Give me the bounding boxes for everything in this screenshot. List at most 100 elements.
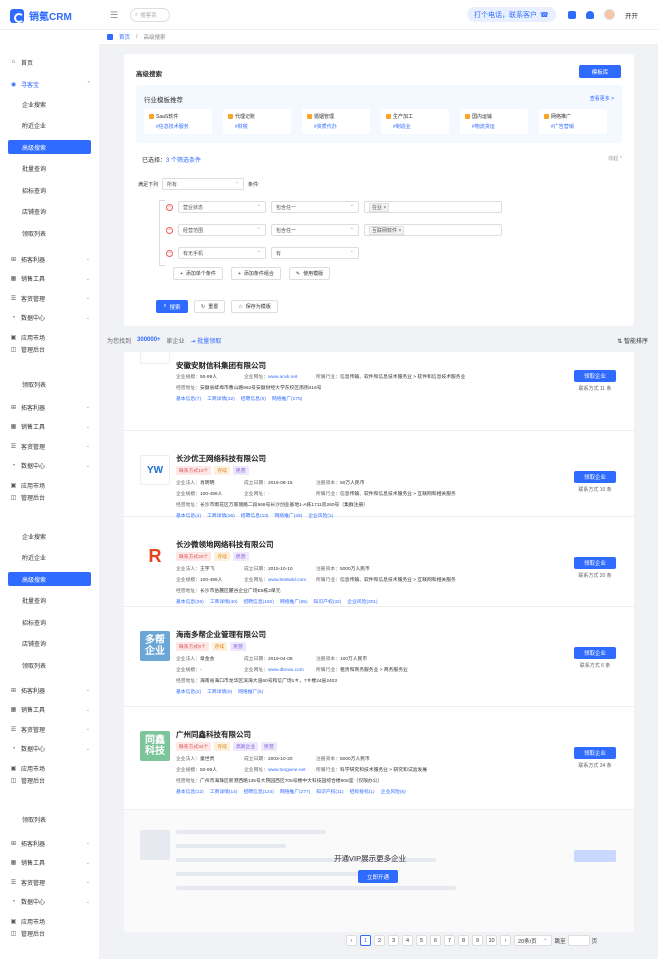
tag-close-icon[interactable]: ×	[397, 228, 401, 234]
remove-condition-icon[interactable]: −	[166, 203, 173, 211]
breadcrumb-home[interactable]: 首页	[119, 33, 130, 41]
rec-card[interactable]: 网络推广 #广告营销	[539, 109, 607, 134]
rec-card[interactable]: 国内运输 #物流货运	[460, 109, 528, 134]
sidebar-subitem-2[interactable]: 高级搜索	[8, 140, 91, 154]
site-value[interactable]: www.acxk.net	[268, 375, 297, 380]
sidebar-subitem-5[interactable]: 店铺查询	[0, 205, 99, 219]
sidebar-item-xunkebao[interactable]: ◉ 寻客宝 ^	[0, 77, 99, 91]
sidebar-module-5[interactable]: ◫ 管理后台	[0, 773, 99, 787]
back-icon[interactable]	[107, 34, 113, 40]
notebook-icon[interactable]	[568, 10, 576, 19]
sidebar-subitem-1[interactable]: 附近企业	[0, 551, 99, 565]
company-link[interactable]: 网络推广(277)	[280, 788, 310, 795]
page-9-button[interactable]: 9	[472, 935, 483, 946]
operator-select[interactable]: 包含任一	[271, 224, 359, 236]
company-link[interactable]: 企业风险(6)	[381, 788, 406, 795]
company-link[interactable]: 工商详情(14)	[210, 788, 238, 795]
value-tag-input[interactable]: 互联网软件 ×	[364, 224, 502, 236]
sidebar-module-0[interactable]: ⊞ 拓客利器 ⌄	[0, 836, 99, 850]
sidebar-module-0[interactable]: ⊞ 拓客利器 ⌄	[0, 683, 99, 697]
sidebar-subitem-1[interactable]: 附近企业	[0, 119, 99, 133]
company-link[interactable]: 企业风险(301)	[347, 598, 377, 605]
claim-company-button[interactable]: 领取企业	[574, 471, 616, 483]
remove-condition-icon[interactable]: −	[166, 226, 173, 234]
sidebar-module-1[interactable]: ▦ 销售工具 ⌄	[0, 272, 99, 286]
company-link[interactable]: 基本信息(4)	[176, 512, 201, 519]
sidebar-module-2[interactable]: ☰ 客资管理 ⌄	[0, 439, 99, 453]
company-link[interactable]: 招聘信息(0)	[241, 395, 266, 402]
vip-open-button[interactable]: 立即开通	[358, 870, 398, 883]
company-link[interactable]: 企业风险(1)	[308, 512, 333, 519]
sidebar-module-3[interactable]: ◔ 数据中心 ⌄	[0, 459, 99, 473]
prev-page-button[interactable]: ‹	[346, 935, 357, 946]
sidebar-module-2[interactable]: ☰ 客资管理 ⌄	[0, 291, 99, 305]
sidebar-subitem-0[interactable]: 企业搜索	[0, 529, 99, 543]
company-name[interactable]: 海南多帮企业管理有限公司	[176, 629, 266, 640]
phone-banner[interactable]: 打个电话，联系客户 ☎	[467, 7, 556, 22]
company-link[interactable]: 网络推广(65)	[280, 598, 308, 605]
field-select[interactable]: 经营范围	[178, 224, 266, 236]
remove-condition-icon[interactable]: −	[166, 249, 173, 257]
rec-card[interactable]: 生产加工 #制造业	[381, 109, 449, 134]
search-button[interactable]: ⌕ 搜索	[156, 300, 188, 313]
template-library-button[interactable]: 模板库	[579, 65, 621, 78]
jump-input[interactable]	[567, 935, 590, 946]
site-value[interactable]: -	[268, 492, 270, 497]
operator-select[interactable]: 包含任一	[271, 201, 359, 213]
sidebar-module-1[interactable]: ▦ 销售工具 ⌄	[0, 856, 99, 870]
site-value[interactable]: www.tongxine.net	[268, 768, 306, 773]
claim-company-button[interactable]: 领取企业	[574, 747, 616, 759]
sidebar-subitem-3[interactable]: 批量查询	[0, 594, 99, 608]
collapse-toggle[interactable]: 收起 ^	[608, 155, 622, 162]
company-link[interactable]: 网络推广(49)	[275, 512, 303, 519]
page-8-button[interactable]: 8	[458, 935, 469, 946]
claim-company-button[interactable]: 领取企业	[574, 557, 616, 569]
avatar[interactable]	[604, 9, 615, 20]
company-link[interactable]: 基本信息(2)	[176, 688, 201, 695]
user-name[interactable]: 开开	[625, 10, 638, 20]
page-10-button[interactable]: 10	[486, 935, 497, 946]
company-link[interactable]: 招标投标(1)	[350, 788, 375, 795]
field-select[interactable]: 营业状态	[178, 201, 266, 213]
sidebar-subitem-2[interactable]: 高级搜索	[8, 572, 91, 586]
page-7-button[interactable]: 7	[444, 935, 455, 946]
sidebar-module-2[interactable]: ☰ 客资管理 ⌄	[0, 722, 99, 736]
sidebar-module-5[interactable]: ◫ 管理后台	[0, 926, 99, 940]
rec-more-link[interactable]: 查看更多 >	[590, 95, 614, 102]
sidebar-subitem-6[interactable]: 领取列表	[0, 812, 99, 826]
company-link[interactable]: 工商详情(26)	[207, 512, 235, 519]
site-value[interactable]: www.bestwld.com	[268, 578, 306, 583]
add-single-condition-button[interactable]: + 添加单个条件	[173, 267, 223, 280]
claim-company-button[interactable]: 领取企业	[574, 370, 616, 382]
page-size-select[interactable]: 20条/页	[514, 935, 552, 946]
rec-card[interactable]: 婚姻管理 #资质代办	[302, 109, 370, 134]
sidebar-module-5[interactable]: ◫ 管理后台	[0, 490, 99, 504]
sidebar-subitem-6[interactable]: 领取列表	[0, 377, 99, 391]
satisfy-select[interactable]: 所有	[162, 178, 245, 190]
sidebar-module-1[interactable]: ▦ 销售工具 ⌄	[0, 420, 99, 434]
company-link[interactable]: 工商详情(9)	[207, 688, 232, 695]
sidebar-subitem-3[interactable]: 批量查询	[0, 162, 99, 176]
company-link[interactable]: 网络推广(5)	[238, 688, 263, 695]
company-link[interactable]: 工商详情(40)	[210, 598, 238, 605]
company-link[interactable]: 网络推广(175)	[272, 395, 302, 402]
menu-toggle-icon[interactable]: ☰	[110, 10, 118, 21]
company-link[interactable]: 知识产权(32)	[314, 598, 342, 605]
smart-sort-button[interactable]: ⇅ 智能排序	[617, 336, 648, 345]
page-4-button[interactable]: 4	[402, 935, 413, 946]
sidebar-module-3[interactable]: ◔ 数据中心 ⌄	[0, 742, 99, 756]
company-name[interactable]: 长沙微领地网络科技有限公司	[176, 539, 274, 550]
sidebar-module-0[interactable]: ⊞ 拓客利器 ⌄	[0, 252, 99, 266]
company-name[interactable]: 安徽安财信科集团有限公司	[176, 360, 266, 371]
company-link[interactable]: 招聘信息(13)	[241, 512, 269, 519]
company-name[interactable]: 长沙优王网络科技有限公司	[176, 453, 266, 464]
page-2-button[interactable]: 2	[374, 935, 385, 946]
company-link[interactable]: 基本信息(7)	[176, 395, 201, 402]
sidebar-subitem-6[interactable]: 领取列表	[0, 226, 99, 240]
page-5-button[interactable]: 5	[416, 935, 427, 946]
page-6-button[interactable]: 6	[430, 935, 441, 946]
value-tag-input[interactable]: 在业 ×	[364, 201, 502, 213]
company-link[interactable]: 工商详情(32)	[207, 395, 235, 402]
use-template-button[interactable]: ✎ 使用模版	[288, 267, 331, 280]
company-link[interactable]: 招聘信息(124)	[243, 788, 273, 795]
